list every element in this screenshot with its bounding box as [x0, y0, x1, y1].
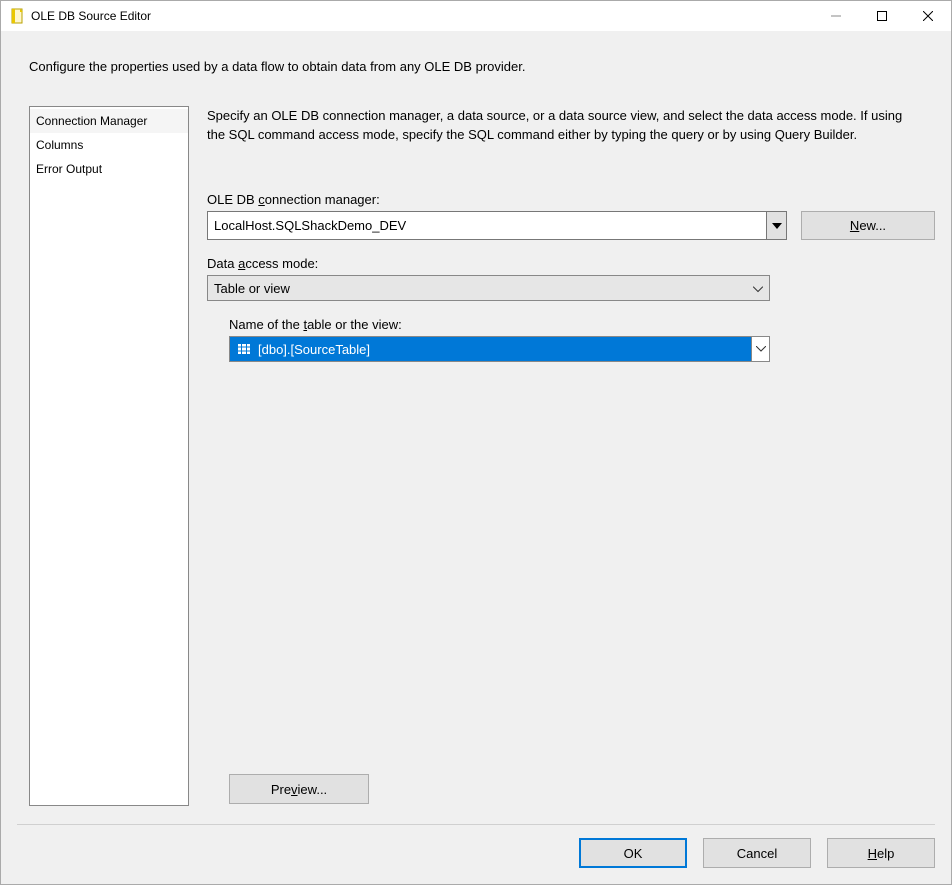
- table-select-value: [dbo].[SourceTable]: [258, 342, 370, 357]
- client-area: Configure the properties used by a data …: [1, 31, 951, 884]
- dialog-window: OLE DB Source Editor Configure the prope…: [0, 0, 952, 885]
- ok-button[interactable]: OK: [579, 838, 687, 868]
- dam-label-pre: Data: [207, 256, 238, 271]
- nav-columns[interactable]: Columns: [30, 133, 188, 157]
- table-select-value-wrap: [dbo].[SourceTable]: [230, 337, 751, 361]
- preview-button[interactable]: Preview...: [229, 774, 369, 804]
- table-block: Name of the table or the view:: [229, 317, 935, 362]
- cm-label-post: onnection manager:: [265, 192, 380, 207]
- table-label: Name of the table or the view:: [229, 317, 935, 332]
- close-button[interactable]: [905, 1, 951, 31]
- cm-combo[interactable]: LocalHost.SQLShackDemo_DEV: [207, 211, 787, 240]
- help-button-accel: H: [868, 846, 877, 861]
- minimize-button[interactable]: [813, 1, 859, 31]
- intro-text: Configure the properties used by a data …: [1, 31, 951, 74]
- dam-select-value: Table or view: [214, 281, 290, 296]
- dam-row: Table or view: [207, 275, 935, 301]
- nav-connection-manager[interactable]: Connection Manager: [30, 109, 188, 133]
- cm-combo-button[interactable]: [766, 212, 786, 239]
- cancel-button[interactable]: Cancel: [703, 838, 811, 868]
- app-icon: [9, 8, 25, 24]
- table-select[interactable]: [dbo].[SourceTable]: [229, 336, 770, 362]
- dam-select[interactable]: Table or view: [207, 275, 770, 301]
- table-label-pre: Name of the: [229, 317, 303, 332]
- dam-label: Data access mode:: [207, 256, 935, 271]
- window-controls: [813, 1, 951, 31]
- new-button-accel: N: [850, 218, 859, 233]
- chevron-down-icon: [753, 281, 763, 296]
- help-button[interactable]: Help: [827, 838, 935, 868]
- preview-button-post: iew...: [298, 782, 328, 797]
- main-panel: Specify an OLE DB connection manager, a …: [207, 106, 935, 806]
- help-button-post: elp: [877, 846, 894, 861]
- preview-button-pre: Pre: [271, 782, 291, 797]
- table-label-post: able or the view:: [307, 317, 402, 332]
- cm-combo-value: LocalHost.SQLShackDemo_DEV: [208, 212, 766, 239]
- preview-row: Preview...: [207, 774, 935, 806]
- new-button[interactable]: New...: [801, 211, 935, 240]
- footer: OK Cancel Help: [1, 825, 951, 878]
- window-title: OLE DB Source Editor: [31, 9, 151, 23]
- nav-error-output[interactable]: Error Output: [30, 157, 188, 181]
- table-select-button[interactable]: [751, 337, 769, 361]
- panel-description: Specify an OLE DB connection manager, a …: [207, 106, 907, 144]
- titlebar: OLE DB Source Editor: [1, 1, 951, 31]
- new-button-post: ew...: [859, 218, 886, 233]
- sidebar: Connection Manager Columns Error Output: [29, 106, 189, 806]
- dam-label-post: ccess mode:: [245, 256, 318, 271]
- cm-label: OLE DB connection manager:: [207, 192, 935, 207]
- table-icon: [236, 341, 252, 357]
- cm-row: LocalHost.SQLShackDemo_DEV New...: [207, 211, 935, 240]
- cm-label-pre: OLE DB: [207, 192, 258, 207]
- body-row: Connection Manager Columns Error Output …: [29, 106, 935, 806]
- maximize-button[interactable]: [859, 1, 905, 31]
